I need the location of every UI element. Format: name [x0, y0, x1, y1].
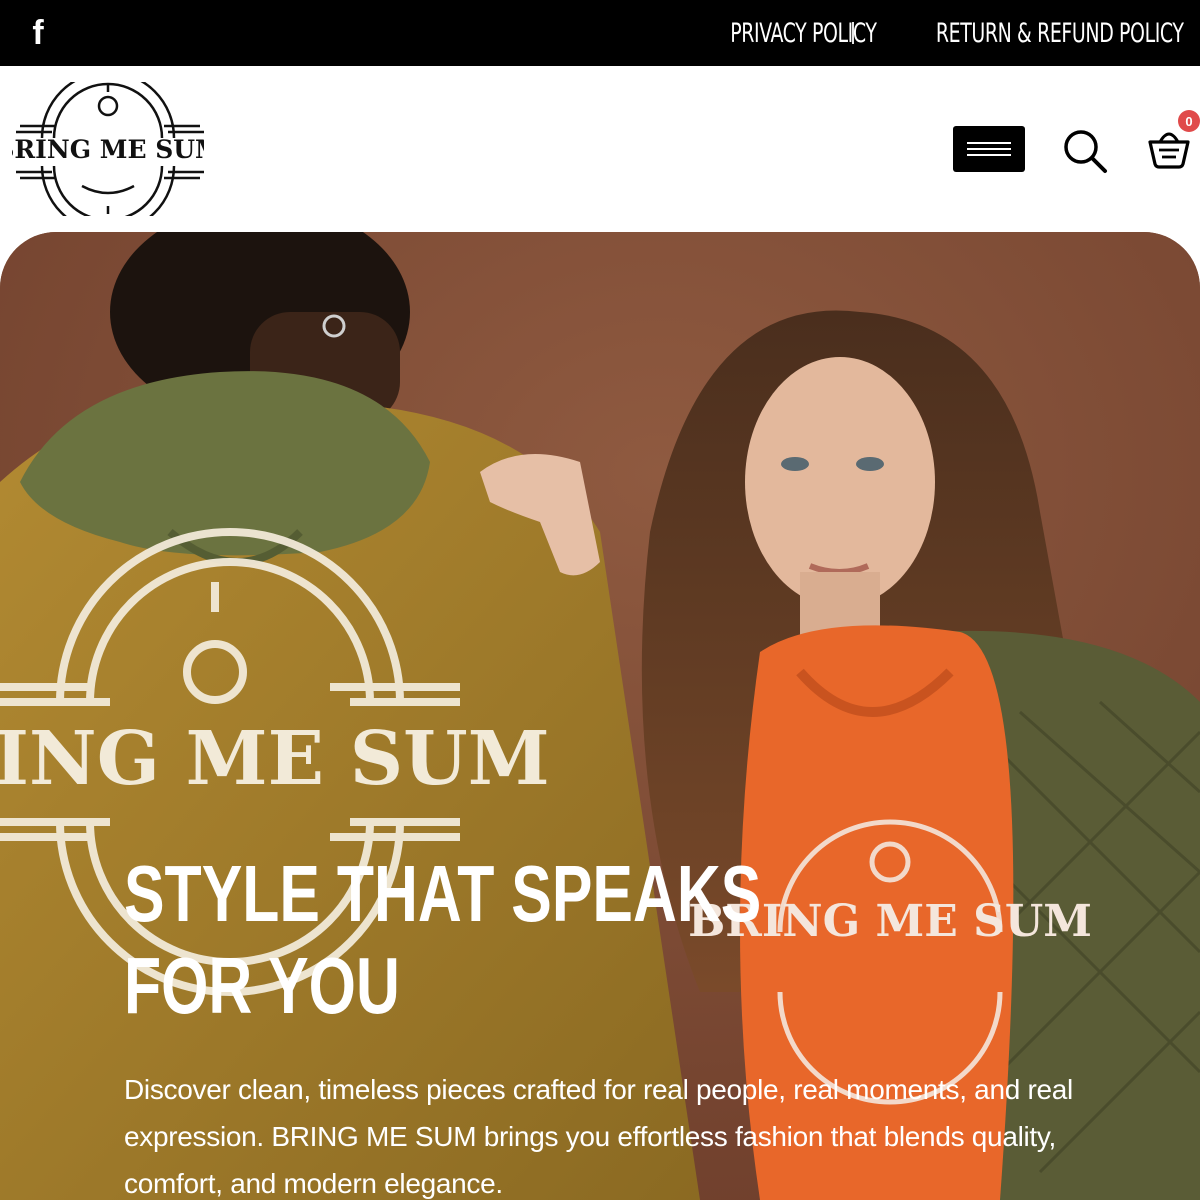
return-refund-policy-link[interactable]: RETURN & REFUND POLICY — [936, 18, 1184, 49]
hero-title-line-2: FOR YOU — [124, 941, 400, 1030]
facebook-icon[interactable]: f — [24, 14, 52, 52]
privacy-policy-link[interactable]: PRIVACY POLICY — [730, 18, 877, 49]
jacket-print-text: BRING ME SUM — [0, 716, 550, 802]
menu-button[interactable] — [953, 126, 1025, 172]
search-icon[interactable] — [1062, 128, 1108, 174]
logo-text: BRING ME SUM — [12, 135, 204, 164]
hero-photo: BRING ME SUM BRING ME SUM — [0, 232, 1200, 1200]
cart-count-badge: 0 — [1178, 110, 1200, 132]
link-divider — [852, 22, 855, 44]
hamburger-icon — [967, 142, 1011, 144]
brand-logo[interactable]: BRING ME SUM — [12, 82, 204, 216]
hero-title-line-1: STYLE THAT SPEAKS — [124, 849, 762, 938]
top-bar: f PRIVACY POLICY RETURN & REFUND POLICY — [0, 0, 1200, 66]
hero-description: Discover clean, timeless pieces crafted … — [124, 1074, 1073, 1199]
hero-title: STYLE THAT SPEAKS FOR YOU — [124, 848, 762, 1032]
hamburger-line — [967, 154, 1011, 156]
top-links: PRIVACY POLICY RETURN & REFUND POLICY — [689, 0, 1184, 66]
hero-banner: BRING ME SUM BRING ME SUM STYLE THAT SPE… — [0, 232, 1200, 1200]
hamburger-line — [967, 148, 1011, 150]
site-header: BRING ME SUM 0 — [0, 66, 1200, 232]
